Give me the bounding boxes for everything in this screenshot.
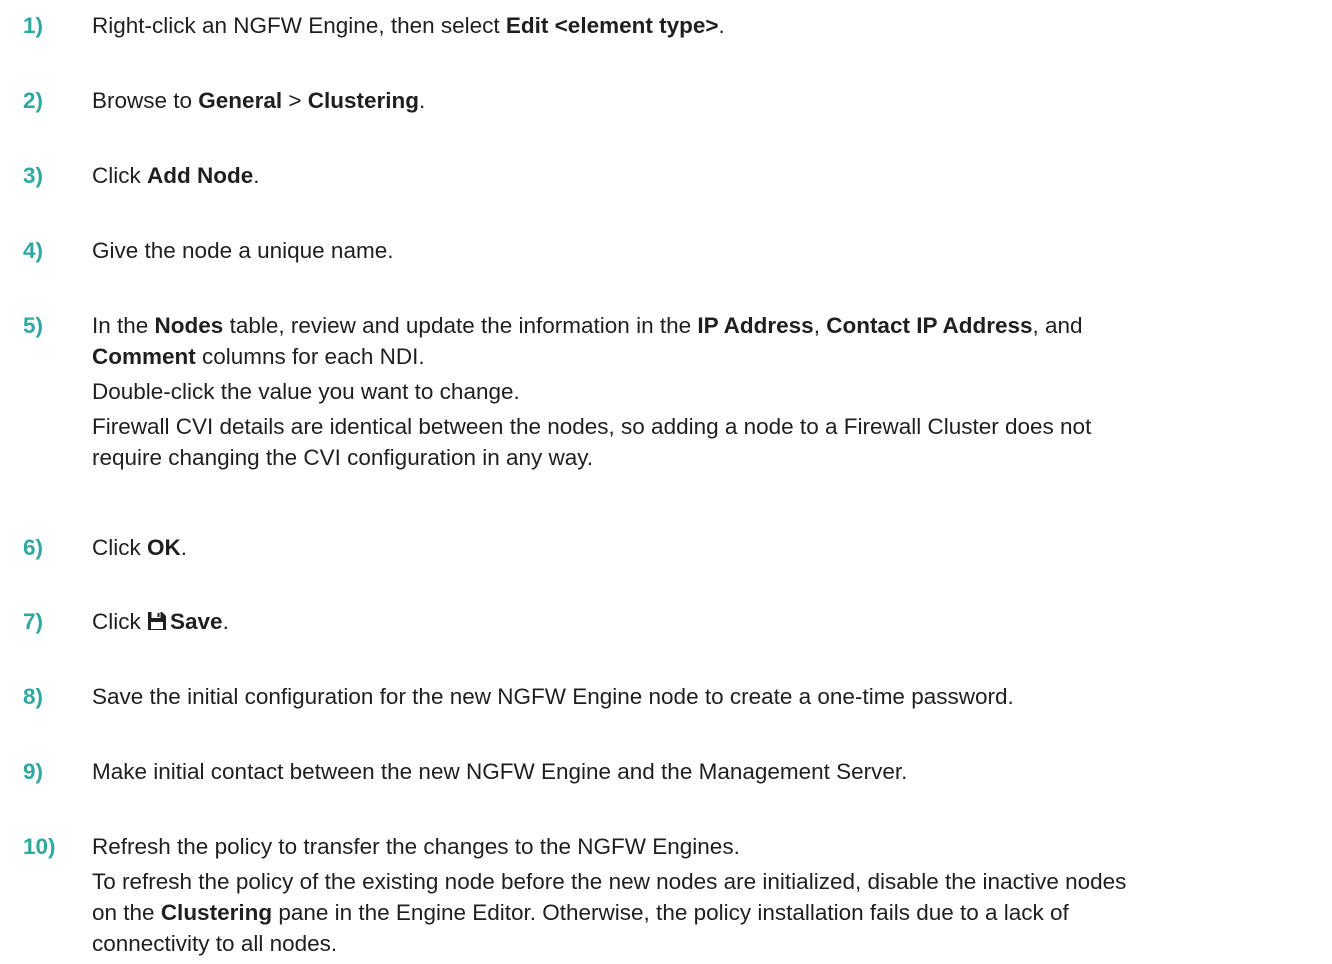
text-run: Click [92, 163, 147, 188]
step-text: Refresh the policy to transfer the chang… [92, 831, 1307, 959]
text-run: pane in the Engine Editor. Otherwise, th… [272, 900, 1069, 925]
step-text: Give the node a unique name. [92, 238, 394, 263]
step-number: 2) [23, 88, 44, 113]
text-run: Right-click an NGFW Engine, then select [92, 13, 506, 38]
step-text: Make initial contact between the new NGF… [92, 759, 908, 784]
text-run: Click [92, 535, 147, 560]
step-number: 6) [23, 535, 44, 560]
step-number: 5) [23, 313, 44, 338]
text-run: . [222, 609, 229, 634]
step-note: require changing the CVI configuration i… [92, 445, 594, 470]
step-note: connectivity to all nodes. [92, 931, 338, 956]
ui-label: Save [170, 609, 223, 634]
ui-label: Clustering [160, 900, 273, 925]
step-number: 1) [23, 13, 44, 38]
step-number: 9) [23, 759, 44, 784]
step-text: Right-click an NGFW Engine, then select … [92, 10, 1307, 41]
step-number: 10) [23, 834, 56, 859]
ui-label: Nodes [154, 313, 224, 338]
text-run: > [282, 88, 308, 113]
ui-label: Clustering [307, 88, 420, 113]
ui-label: IP Address [697, 313, 814, 338]
step-number: 8) [23, 684, 44, 709]
text-run: In the [92, 313, 155, 338]
text-run: on the [92, 900, 161, 925]
text-run: Click [92, 609, 147, 634]
ui-label: General [198, 88, 283, 113]
step-number: 3) [23, 163, 44, 188]
text-run: . [718, 13, 725, 38]
text-run: , and [1032, 313, 1083, 338]
text-run: , [813, 313, 827, 338]
step-text: Click OK. [92, 532, 1307, 563]
step-text: In the Nodes table, review and update th… [92, 310, 1307, 473]
step-line: In the Nodes table, review and update th… [92, 310, 1307, 341]
text-run: columns for each NDI. [195, 344, 425, 369]
ui-label: Contact IP Address [826, 313, 1033, 338]
step-text: Save the initial configuration for the n… [92, 684, 1014, 709]
step-number: 7) [23, 609, 44, 634]
step-text: Click Save. [92, 606, 1307, 637]
save-icon [147, 608, 167, 630]
ui-label: OK [147, 535, 181, 560]
step-line: Comment columns for each NDI. [92, 341, 1307, 372]
step-text: Browse to General > Clustering. [92, 85, 1307, 116]
text-run: . [419, 88, 426, 113]
text-run: table, review and update the information… [223, 313, 698, 338]
ui-label: Comment [92, 344, 196, 369]
ui-label: Add Node [147, 163, 254, 188]
text-run: . [253, 163, 260, 188]
ui-label: Edit <element type> [505, 13, 719, 38]
step-number: 4) [23, 238, 44, 263]
step-note: on the Clustering pane in the Engine Edi… [92, 897, 1307, 928]
step-note: Firewall CVI details are identical betwe… [92, 414, 1092, 439]
step-note: Double-click the value you want to chang… [92, 379, 520, 404]
text-run: . [180, 535, 188, 560]
text-run: Browse to [92, 88, 199, 113]
step-line: Refresh the policy to transfer the chang… [92, 834, 740, 859]
step-note: To refresh the policy of the existing no… [92, 869, 1127, 894]
step-text: Click Add Node. [92, 160, 1307, 191]
